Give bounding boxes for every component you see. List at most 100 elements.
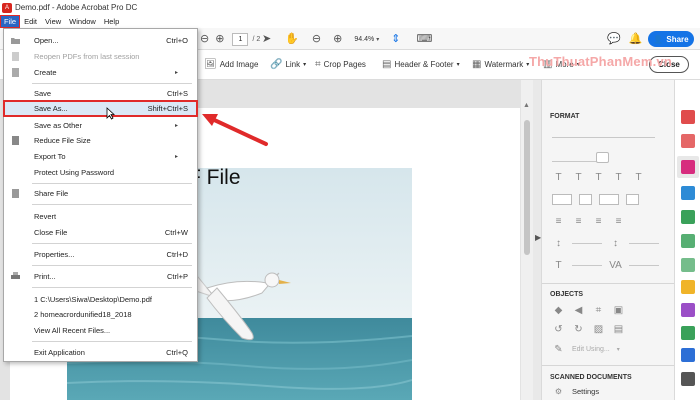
zoom-dropdown-icon[interactable]: ▾ <box>376 36 379 43</box>
organize-pages-tool-icon[interactable] <box>681 186 695 200</box>
text-tall-icon[interactable]: T <box>552 172 565 183</box>
protect-tool-icon[interactable] <box>681 348 695 362</box>
menu-item-share-file[interactable]: Share File <box>4 186 197 201</box>
arrange-icon[interactable]: ▣ <box>612 305 625 316</box>
watermark-button[interactable]: ▦ Watermark ▾ <box>472 59 529 70</box>
horizontal-scaling-icon[interactable]: T <box>552 260 565 271</box>
menu-file[interactable]: File <box>0 15 21 28</box>
menu-item-save[interactable]: Save Ctrl+S <box>4 86 197 101</box>
align-justify-icon[interactable]: ≡ <box>612 216 625 227</box>
menu-item-save-as[interactable]: Save As... Shift+Ctrl+S <box>3 100 198 117</box>
fill-sign-tool-icon[interactable] <box>681 303 695 317</box>
add-image-button[interactable]: 🖼 Add Image <box>204 59 258 70</box>
scan-ocr-tool-icon[interactable] <box>681 258 695 272</box>
scrollbar-thumb[interactable] <box>524 120 530 255</box>
compress-tool-icon[interactable] <box>681 234 695 248</box>
crop-icon: ⌗ <box>315 59 321 70</box>
hand-tool-icon[interactable]: ✋ <box>285 33 299 45</box>
menu-item-reopen[interactable]: Reopen PDFs from last session <box>4 49 197 64</box>
font-family-select[interactable] <box>552 137 655 138</box>
combine-files-tool-icon[interactable] <box>681 210 695 224</box>
create-pdf-tool-icon[interactable] <box>681 134 695 148</box>
menu-item-save-as-other[interactable]: Save as Other ▸ <box>4 118 197 133</box>
zoom-out-icon[interactable]: ⊖ <box>312 33 321 45</box>
rotate-right-icon[interactable]: ↻ <box>572 324 585 335</box>
text-style-row: T T T T T <box>552 172 645 183</box>
format-section-title: FORMAT <box>550 113 580 120</box>
menu-item-create[interactable]: Create ▸ <box>4 65 197 80</box>
menu-item-recent-1[interactable]: 1 C:\Users\Siwa\Desktop\Demo.pdf <box>4 292 197 307</box>
menu-item-export[interactable]: Export To ▸ <box>4 149 197 164</box>
menu-window[interactable]: Window <box>65 15 100 28</box>
menu-item-view-recent[interactable]: View All Recent Files... <box>4 323 197 338</box>
format-panel: FORMAT T T T T T ≡ ≡ ≡ ≡ ↕ ↕ T VA OBJECT… <box>541 80 675 400</box>
flip-horizontal-icon[interactable]: ◀ <box>572 305 585 316</box>
menu-edit[interactable]: Edit <box>20 15 41 28</box>
alignment-row: ≡ ≡ ≡ ≡ <box>552 216 625 227</box>
crop-object-icon[interactable]: ⌗ <box>592 305 605 316</box>
numbered-list-icon[interactable] <box>599 194 619 205</box>
zoom-in-icon[interactable]: ⊕ <box>333 33 342 45</box>
bullet-list-icon[interactable] <box>552 194 572 205</box>
fit-page-icon[interactable]: ⇕ <box>391 33 400 45</box>
person-add-icon: 👤 <box>653 34 664 44</box>
character-spacing-icon[interactable]: VA <box>609 260 622 271</box>
select-arrow-icon[interactable]: ➤ <box>262 33 271 45</box>
menu-item-exit[interactable]: Exit Application Ctrl+Q <box>4 345 197 360</box>
menu-item-revert[interactable]: Revert <box>4 209 197 224</box>
print-production-tool-icon[interactable] <box>681 326 695 340</box>
menu-item-properties[interactable]: Properties... Ctrl+D <box>4 247 197 262</box>
link-button[interactable]: 🔗 Link ▾ <box>270 59 306 70</box>
menu-item-print[interactable]: Print... Ctrl+P <box>4 269 197 284</box>
replace-image-icon[interactable]: ▨ <box>592 324 605 335</box>
page-number-input[interactable]: 1 <box>232 32 249 46</box>
vertical-scrollbar[interactable]: ▲ <box>521 80 533 400</box>
header-footer-icon: ▤ <box>382 59 392 70</box>
comment-icon[interactable]: 💬 <box>607 33 621 45</box>
annotation-arrow-icon <box>202 114 268 146</box>
share-button[interactable]: 👤 Share <box>648 31 694 47</box>
notification-bell-icon[interactable]: 🔔 <box>629 33 643 45</box>
zoom-level[interactable]: 94.4% <box>354 36 374 43</box>
align-right-icon[interactable]: ≡ <box>592 216 605 227</box>
more-tools-icon[interactable] <box>681 372 695 386</box>
edit-using-row[interactable]: ✎ Edit Using... ▾ <box>552 344 619 355</box>
page-up-icon[interactable]: ⊖ <box>200 33 209 45</box>
menu-help[interactable]: Help <box>100 15 123 28</box>
align-center-icon[interactable]: ≡ <box>572 216 585 227</box>
menu-item-protect[interactable]: Protect Using Password <box>4 165 197 180</box>
line-spacing-icon[interactable]: ↕ <box>552 238 565 249</box>
menu-item-reduce-size[interactable]: Reduce File Size <box>4 133 197 148</box>
text-subscript-icon[interactable]: T <box>632 172 645 183</box>
rotate-left-icon[interactable]: ↺ <box>552 324 565 335</box>
settings-row[interactable]: ⚙ Settings <box>552 387 599 396</box>
align-left-icon[interactable]: ≡ <box>552 216 565 227</box>
comment-tool-icon[interactable] <box>681 280 695 294</box>
export-pdf-tool-icon[interactable] <box>681 110 695 124</box>
text-superscript-icon[interactable]: T <box>592 172 605 183</box>
crop-pages-label: Crop Pages <box>323 60 366 69</box>
help-icon[interactable] <box>596 152 609 163</box>
edit-pdf-tool-icon[interactable] <box>677 156 699 178</box>
paragraph-spacing-icon[interactable]: ↕ <box>609 238 622 249</box>
bullet-dropdown-icon[interactable] <box>579 194 592 205</box>
menu-item-recent-2[interactable]: 2 homeacrordunified18_2018 <box>4 307 197 322</box>
menu-item-close-file[interactable]: Close File Ctrl+W <box>4 225 197 240</box>
font-size-select[interactable] <box>552 161 597 162</box>
crop-pages-button[interactable]: ⌗ Crop Pages <box>315 59 366 70</box>
numbered-dropdown-icon[interactable] <box>626 194 639 205</box>
page-down-icon[interactable]: ⊕ <box>215 33 224 45</box>
text-wide-icon[interactable]: T <box>572 172 585 183</box>
link-icon: 🔗 <box>270 59 283 70</box>
menu-item-open[interactable]: Open... Ctrl+O <box>4 33 197 48</box>
flip-vertical-icon[interactable]: ◆ <box>552 305 565 316</box>
link-label: Link <box>285 60 301 69</box>
folder-open-icon <box>11 38 20 44</box>
objects-row-2: ↺ ↻ ▨ ▤ <box>552 324 625 335</box>
scroll-up-icon[interactable]: ▲ <box>523 102 530 109</box>
text-underline-icon[interactable]: T <box>612 172 625 183</box>
menu-view[interactable]: View <box>41 15 65 28</box>
align-objects-icon[interactable]: ▤ <box>612 324 625 335</box>
header-footer-button[interactable]: ▤ Header & Footer ▾ <box>382 59 460 70</box>
keyboard-icon[interactable]: ⌨ <box>416 33 432 45</box>
